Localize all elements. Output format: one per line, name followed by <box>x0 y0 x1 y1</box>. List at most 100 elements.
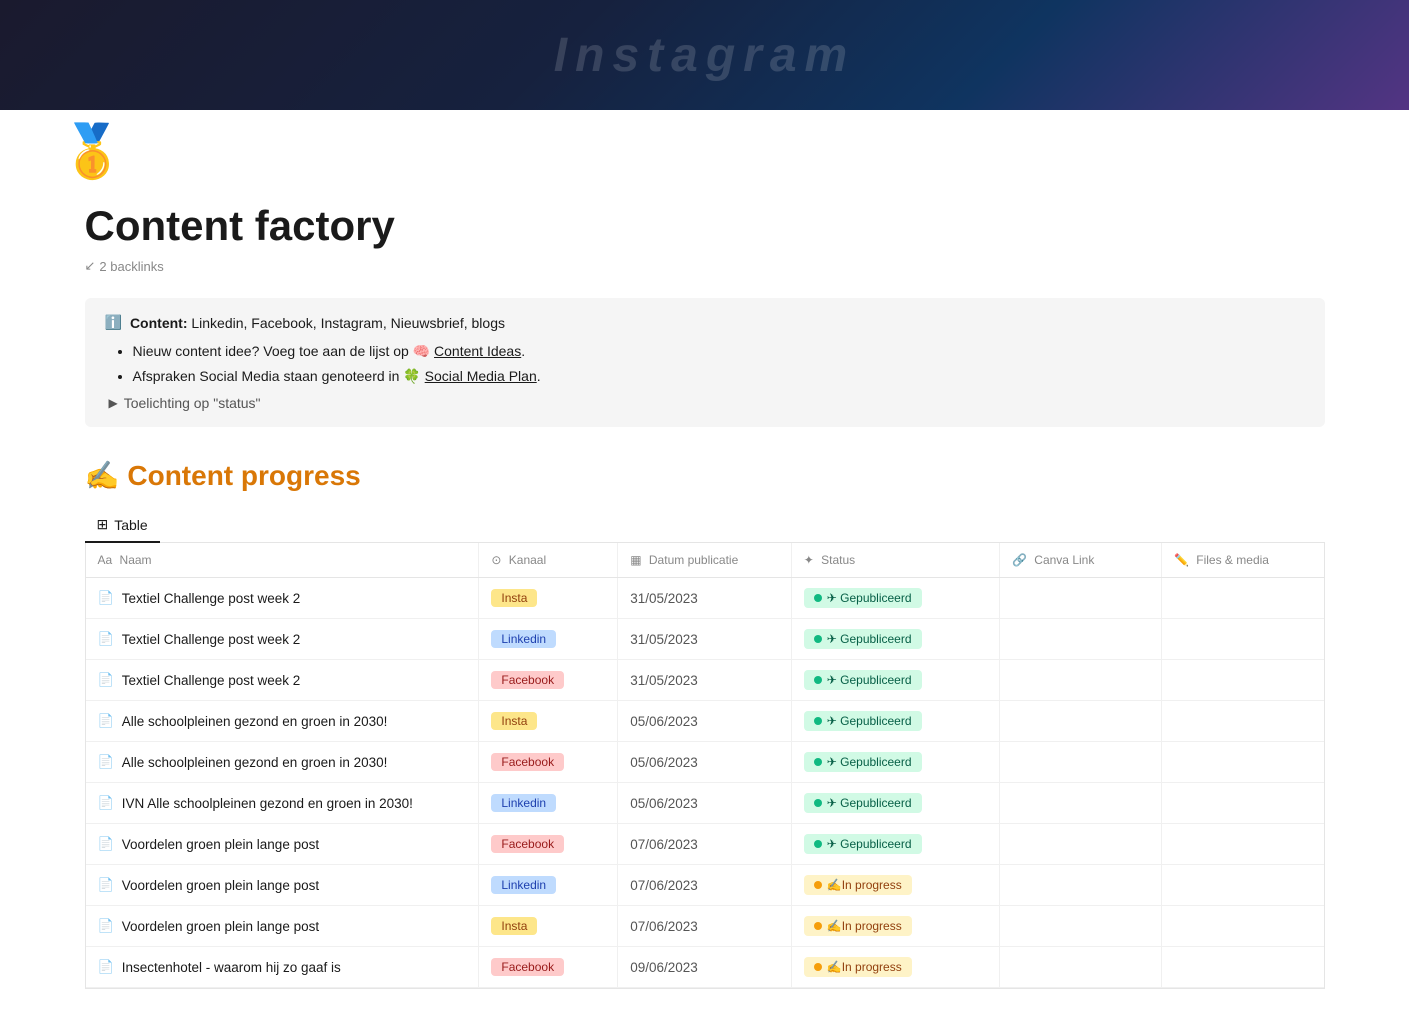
table-row[interactable]: 📄Voordelen groen plein lange postInsta07… <box>86 906 1324 947</box>
content-table: Aa Naam ⊙ Kanaal ▦ Datum publicatie ✦ St… <box>86 543 1324 988</box>
cell-files <box>1161 742 1323 783</box>
naam-text: Voordelen groen plein lange post <box>122 837 319 852</box>
hero-banner: Instagram <box>0 0 1409 110</box>
cell-canva <box>1000 865 1162 906</box>
table-row[interactable]: 📄Textiel Challenge post week 2Facebook31… <box>86 660 1324 701</box>
table-row[interactable]: 📄Alle schoolpleinen gezond en groen in 2… <box>86 701 1324 742</box>
cell-canva <box>1000 824 1162 865</box>
cell-files <box>1161 701 1323 742</box>
cell-naam: 📄Voordelen groen plein lange post <box>86 824 479 865</box>
table-row[interactable]: 📄Alle schoolpleinen gezond en groen in 2… <box>86 742 1324 783</box>
cell-canva <box>1000 660 1162 701</box>
cell-naam: 📄IVN Alle schoolpleinen gezond en groen … <box>86 783 479 824</box>
info-bullet-2: Afspraken Social Media staan genoteerd i… <box>133 366 1305 387</box>
cell-files <box>1161 824 1323 865</box>
datum-text: 31/05/2023 <box>630 673 698 688</box>
th-datum-icon: ▦ <box>630 553 641 567</box>
cell-datum: 31/05/2023 <box>618 619 792 660</box>
table-row[interactable]: 📄 Insectenhotel - waarom hij zo gaaf is Fa… <box>86 947 1324 988</box>
status-dot-icon <box>814 676 822 684</box>
th-canva: 🔗 Canva Link <box>1000 543 1162 578</box>
th-naam: Aa Naam <box>86 543 479 578</box>
cell-naam: 📄 Insectenhotel - waarom hij zo gaaf is <box>86 947 479 988</box>
status-badge: ✈ Gepubliceerd <box>804 670 922 690</box>
cell-canva <box>1000 906 1162 947</box>
datum-text: 07/06/2023 <box>630 837 698 852</box>
doc-icon: 📄 <box>98 877 114 893</box>
cell-files <box>1161 619 1323 660</box>
backlink-arrow-icon: ↙ <box>85 258 96 274</box>
table-row[interactable]: 📄IVN Alle schoolpleinen gezond en groen … <box>86 783 1324 824</box>
status-badge: ✍️In progress <box>804 916 912 936</box>
toelichting-toggle[interactable]: ▶ Toelichting op "status" <box>105 395 1305 411</box>
naam-text: Textiel Challenge post week 2 <box>122 591 301 606</box>
doc-icon: 📄 <box>98 959 114 975</box>
kanaal-badge: Linkedin <box>491 630 556 648</box>
th-status-icon: ✦ <box>804 553 814 567</box>
datum-text: 07/06/2023 <box>630 878 698 893</box>
cell-kanaal: Facebook <box>479 824 618 865</box>
cell-status: ✈ Gepubliceerd <box>791 742 999 783</box>
th-files: ✏️ Files & media <box>1161 543 1323 578</box>
kanaal-badge: Facebook <box>491 753 564 771</box>
social-media-plan-link[interactable]: Social Media Plan <box>425 368 537 384</box>
table-row[interactable]: 📄Voordelen groen plein lange postFaceboo… <box>86 824 1324 865</box>
cell-files <box>1161 906 1323 947</box>
cell-datum: 31/05/2023 <box>618 578 792 619</box>
doc-icon: 📄 <box>98 672 114 688</box>
table-row[interactable]: 📄Voordelen groen plein lange postLinkedi… <box>86 865 1324 906</box>
datum-text: 31/05/2023 <box>630 591 698 606</box>
toelichting-arrow-icon: ▶ <box>109 396 118 410</box>
hero-text: Instagram <box>554 28 855 83</box>
cell-kanaal: Facebook <box>479 947 618 988</box>
backlinks[interactable]: ↙ 2 backlinks <box>85 258 1325 274</box>
table-row[interactable]: 📄Textiel Challenge post week 2 Linkedin 31… <box>86 619 1324 660</box>
cell-datum: 07/06/2023 <box>618 824 792 865</box>
cell-canva <box>1000 701 1162 742</box>
page-content: Content factory ↙ 2 backlinks ℹ️ Content… <box>25 202 1385 1029</box>
naam-text: Insectenhotel - waarom hij zo gaaf is <box>122 960 341 975</box>
status-dot-icon <box>814 881 822 889</box>
status-badge: ✈ Gepubliceerd <box>804 588 922 608</box>
status-dot-icon <box>814 922 822 930</box>
kanaal-badge: Insta <box>491 589 537 607</box>
info-box: ℹ️ Content: Linkedin, Facebook, Instagra… <box>85 298 1325 427</box>
status-dot-icon <box>814 799 822 807</box>
status-badge: ✈ Gepubliceerd <box>804 834 922 854</box>
cell-status: ✍️In progress <box>791 865 999 906</box>
info-box-header: ℹ️ Content: Linkedin, Facebook, Instagra… <box>105 314 1305 331</box>
cell-naam: 📄Alle schoolpleinen gezond en groen in 2… <box>86 701 479 742</box>
cell-files <box>1161 660 1323 701</box>
section-emoji: ✍️ <box>85 459 120 492</box>
kanaal-badge: Facebook <box>491 958 564 976</box>
naam-text: Textiel Challenge post week 2 <box>122 673 301 688</box>
cell-naam: 📄Alle schoolpleinen gezond en groen in 2… <box>86 742 479 783</box>
kanaal-badge: Linkedin <box>491 794 556 812</box>
backlinks-label: 2 backlinks <box>99 259 163 274</box>
info-label: Content: Linkedin, Facebook, Instagram, … <box>130 315 505 331</box>
table-row[interactable]: 📄 Textiel Challenge post week 2 Insta 31/05… <box>86 578 1324 619</box>
table-body: 📄Textiel Challenge post week 2Insta31/05… <box>86 578 1324 988</box>
cell-kanaal: Insta <box>479 906 618 947</box>
status-dot-icon <box>814 635 822 643</box>
status-badge: ✍️In progress <box>804 957 912 977</box>
datum-text: 07/06/2023 <box>630 919 698 934</box>
medal-icon: 🥇 <box>60 123 125 181</box>
cell-files <box>1161 865 1323 906</box>
naam-text: IVN Alle schoolpleinen gezond en groen i… <box>122 796 413 811</box>
tab-table-label: Table <box>114 517 147 533</box>
content-ideas-link[interactable]: Content Ideas <box>434 343 521 359</box>
doc-icon: 📄 <box>98 590 114 606</box>
tab-table[interactable]: ⊞ Table <box>85 508 160 543</box>
table-grid-icon: ⊞ <box>97 516 109 533</box>
cell-datum: 05/06/2023 <box>618 742 792 783</box>
section-title: ✍️ Content progress <box>85 459 1325 492</box>
th-canva-icon: 🔗 <box>1012 553 1027 567</box>
cell-kanaal: Linkedin <box>479 783 618 824</box>
cell-canva <box>1000 783 1162 824</box>
status-badge: ✈ Gepubliceerd <box>804 629 922 649</box>
cell-naam: 📄Textiel Challenge post week 2 <box>86 619 479 660</box>
table-header-row: Aa Naam ⊙ Kanaal ▦ Datum publicatie ✦ St… <box>86 543 1324 578</box>
table-wrapper: Aa Naam ⊙ Kanaal ▦ Datum publicatie ✦ St… <box>85 543 1325 989</box>
cell-status: ✈ Gepubliceerd <box>791 578 999 619</box>
